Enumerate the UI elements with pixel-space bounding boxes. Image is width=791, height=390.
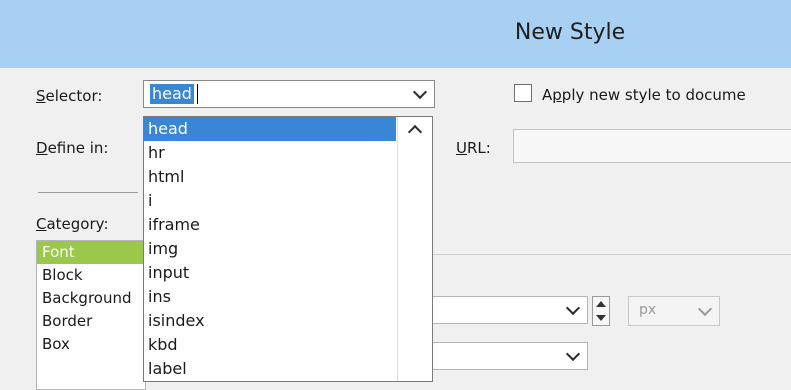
separator — [38, 192, 138, 193]
dropdown-item-iframe[interactable]: iframe — [144, 213, 396, 237]
category-item-box[interactable]: Box — [37, 333, 145, 356]
unit-dropdown-button[interactable] — [691, 297, 719, 325]
chevron-down-icon — [412, 84, 428, 100]
selector-label-mnemonic: S — [36, 87, 46, 105]
define-in-label-mnemonic: D — [36, 139, 48, 157]
spin-up-icon[interactable] — [596, 301, 606, 307]
category-list[interactable]: Font Block Background Border Box — [36, 240, 146, 390]
dropdown-item-html[interactable]: html — [144, 165, 396, 189]
chevron-down-icon — [565, 346, 581, 362]
dropdown-item-kbd[interactable]: kbd — [144, 333, 396, 357]
selector-combobox[interactable]: head — [143, 80, 435, 108]
font-weight-combobox[interactable] — [428, 342, 588, 370]
category-label: Category: — [36, 215, 109, 233]
dropdown-item-img[interactable]: img — [144, 237, 396, 261]
url-label: URL: — [456, 139, 491, 157]
font-size-combobox[interactable] — [428, 296, 588, 324]
unit-combobox[interactable]: px — [628, 296, 720, 326]
font-size-dropdown-button[interactable] — [559, 297, 587, 323]
category-item-border[interactable]: Border — [37, 310, 145, 333]
category-item-block[interactable]: Block — [37, 264, 145, 287]
define-in-label-rest: efine in: — [47, 139, 109, 157]
dropdown-item-head[interactable]: head — [144, 117, 396, 141]
chevron-down-icon — [565, 300, 581, 316]
selector-dropdown-button[interactable] — [406, 81, 434, 107]
window-title: New Style — [514, 20, 626, 45]
dropdown-item-hr[interactable]: hr — [144, 141, 396, 165]
category-item-font[interactable]: Font — [37, 241, 145, 264]
define-in-label: Define in: — [36, 139, 108, 157]
category-label-rest: ategory: — [46, 215, 109, 233]
panel-divider — [428, 254, 791, 255]
selector-dropdown-list[interactable]: head hr html i iframe img input ins isin… — [143, 116, 433, 382]
spin-down-icon[interactable] — [596, 315, 606, 321]
dropdown-item-i[interactable]: i — [144, 189, 396, 213]
dropdown-item-ins[interactable]: ins — [144, 285, 396, 309]
url-label-rest: RL: — [466, 139, 491, 157]
dropdown-item-input[interactable]: input — [144, 261, 396, 285]
apply-new-style-checkbox[interactable] — [514, 84, 532, 102]
dropdown-item-label[interactable]: label — [144, 357, 396, 381]
dropdown-item-isindex[interactable]: isindex — [144, 309, 396, 333]
text-cursor — [197, 84, 198, 104]
chevron-down-icon — [697, 301, 713, 317]
title-bar: New Style — [0, 0, 791, 68]
apply-new-style-label[interactable]: Apply new style to docume — [542, 86, 746, 104]
category-item-background[interactable]: Background — [37, 287, 145, 310]
category-label-mnemonic: C — [36, 215, 47, 233]
selector-label-rest: elector: — [45, 87, 103, 105]
selector-value[interactable]: head — [150, 84, 194, 104]
font-size-spinner[interactable] — [592, 296, 610, 326]
font-weight-dropdown-button[interactable] — [559, 343, 587, 369]
unit-value: px — [639, 302, 657, 318]
url-label-mnemonic: U — [456, 139, 467, 157]
chevron-up-icon[interactable] — [407, 124, 423, 140]
url-field[interactable] — [513, 129, 791, 163]
dropdown-scrollbar[interactable] — [397, 117, 432, 381]
selector-label: Selector: — [36, 87, 102, 105]
